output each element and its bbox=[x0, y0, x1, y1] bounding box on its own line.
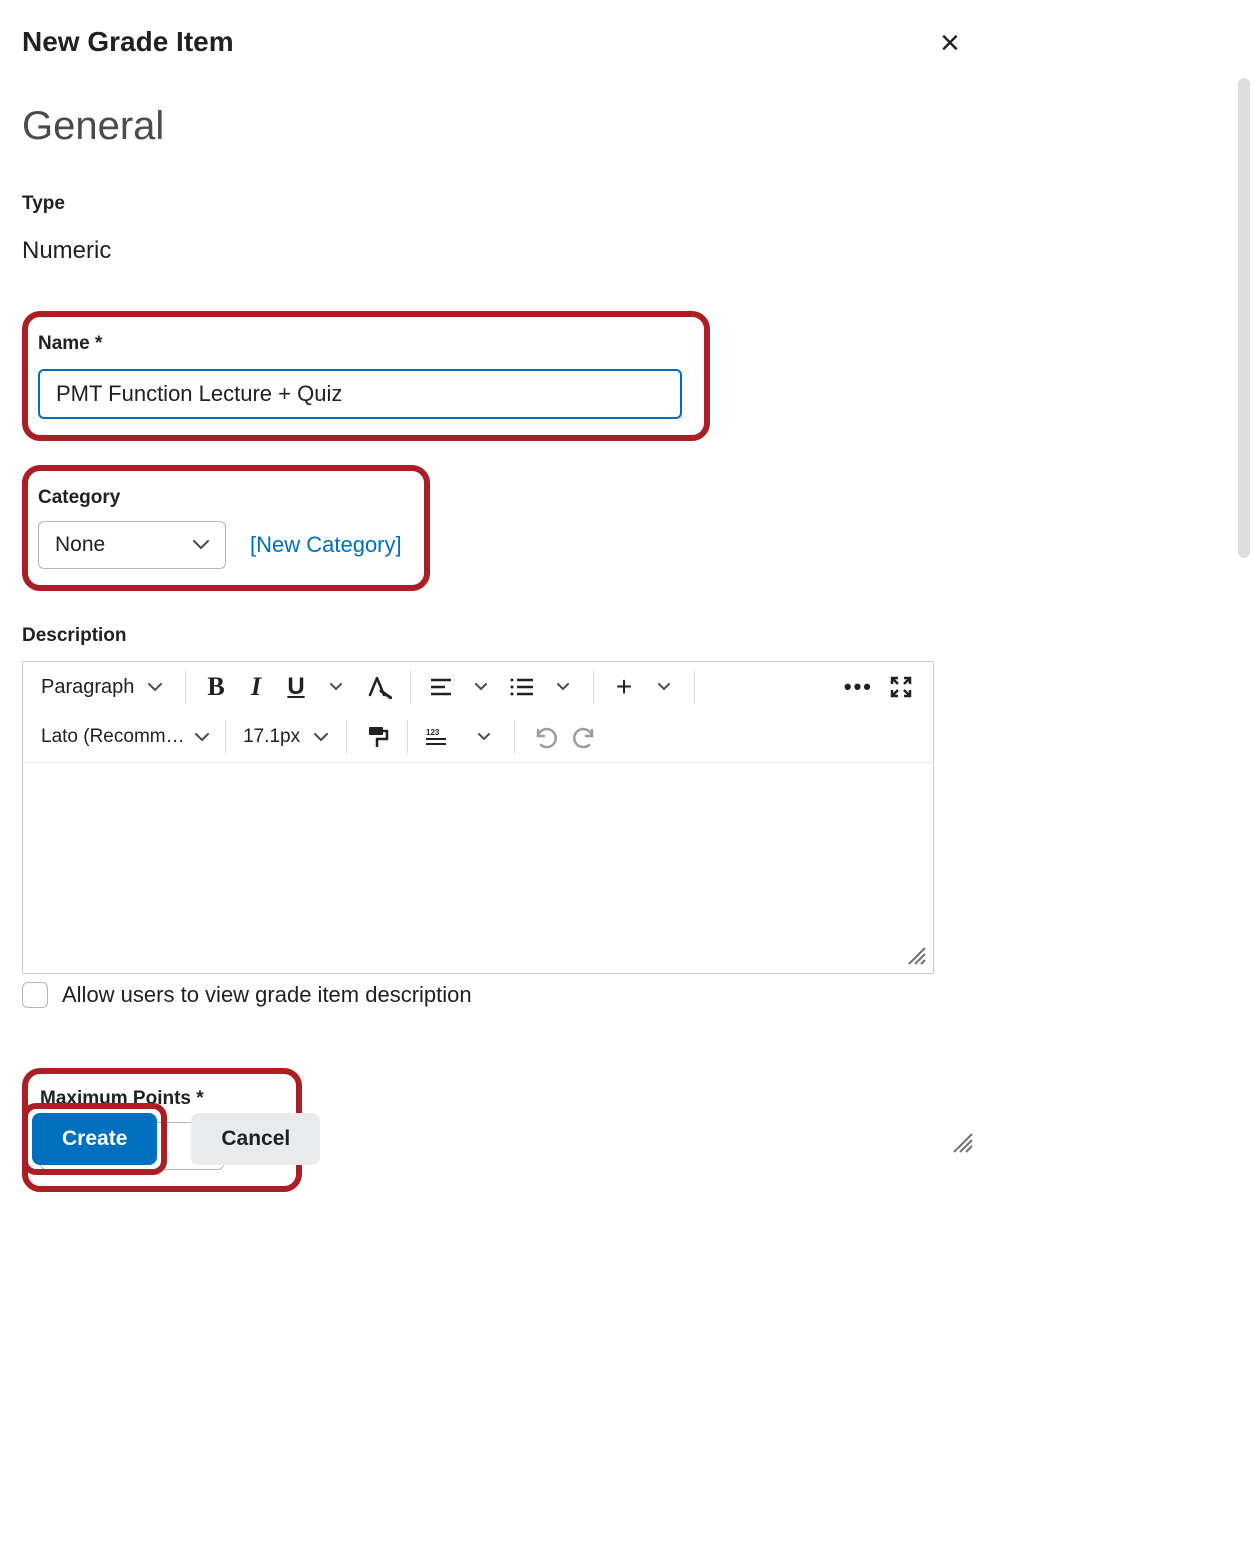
font-size-select[interactable]: 17.1px bbox=[236, 726, 336, 748]
font-size-label: 17.1px bbox=[243, 726, 300, 748]
paragraph-format-label: Paragraph bbox=[41, 676, 134, 699]
insert-button[interactable]: + bbox=[604, 669, 644, 705]
name-label: Name * bbox=[38, 333, 694, 355]
separator bbox=[593, 670, 594, 704]
cancel-button[interactable]: Cancel bbox=[191, 1113, 320, 1165]
category-highlight: Category None [New Category] bbox=[22, 465, 430, 591]
underline-chevron[interactable] bbox=[316, 669, 356, 705]
align-button[interactable] bbox=[421, 669, 461, 705]
more-button[interactable]: ••• bbox=[836, 669, 881, 705]
allow-view-description-checkbox[interactable] bbox=[22, 982, 48, 1008]
type-label: Type bbox=[22, 193, 972, 215]
line-height-chevron[interactable] bbox=[464, 719, 504, 755]
font-family-select[interactable]: Lato (Recomm… bbox=[35, 726, 215, 748]
separator bbox=[694, 670, 695, 704]
dialog-title: New Grade Item bbox=[22, 26, 972, 58]
new-category-link[interactable]: [New Category] bbox=[250, 532, 402, 558]
separator bbox=[185, 670, 186, 704]
list-chevron[interactable] bbox=[543, 669, 583, 705]
rich-text-editor: Paragraph B I U bbox=[22, 661, 934, 974]
insert-chevron[interactable] bbox=[644, 669, 684, 705]
editor-toolbar-row-2: Lato (Recomm… 17.1px bbox=[23, 712, 933, 762]
paragraph-format-select[interactable]: Paragraph bbox=[35, 676, 175, 699]
bold-button[interactable]: B bbox=[196, 669, 236, 705]
chevron-down-icon bbox=[193, 540, 209, 550]
scrollbar[interactable] bbox=[1238, 78, 1250, 558]
name-highlight: Name * bbox=[22, 311, 710, 441]
underline-button[interactable]: U bbox=[276, 669, 316, 705]
font-family-label: Lato (Recomm… bbox=[41, 726, 185, 748]
name-input[interactable] bbox=[38, 369, 682, 419]
separator bbox=[407, 720, 408, 754]
list-button[interactable] bbox=[501, 669, 543, 705]
category-selected-value: None bbox=[55, 533, 105, 557]
page-resize-handle-icon[interactable] bbox=[948, 1128, 974, 1159]
category-label: Category bbox=[38, 487, 414, 509]
create-button[interactable]: Create bbox=[32, 1113, 157, 1165]
format-painter-button[interactable] bbox=[357, 719, 397, 755]
chevron-down-icon bbox=[314, 733, 328, 742]
svg-text:123: 123 bbox=[426, 728, 440, 737]
align-chevron[interactable] bbox=[461, 669, 501, 705]
section-heading-general: General bbox=[22, 104, 972, 149]
type-value: Numeric bbox=[22, 237, 972, 265]
allow-view-description-label: Allow users to view grade item descripti… bbox=[62, 982, 472, 1008]
editor-textarea[interactable] bbox=[23, 762, 933, 942]
create-highlight: Create bbox=[22, 1103, 167, 1175]
chevron-down-icon bbox=[195, 733, 209, 742]
line-height-button[interactable]: 123 bbox=[418, 719, 464, 755]
undo-button[interactable] bbox=[525, 719, 565, 755]
italic-button[interactable]: I bbox=[236, 669, 276, 705]
separator bbox=[410, 670, 411, 704]
separator bbox=[225, 720, 226, 754]
separator bbox=[346, 720, 347, 754]
category-select[interactable]: None bbox=[38, 521, 226, 569]
fullscreen-button[interactable] bbox=[881, 669, 921, 705]
redo-button[interactable] bbox=[565, 719, 605, 755]
text-color-button[interactable] bbox=[356, 669, 400, 705]
editor-toolbar-row-1: Paragraph B I U bbox=[23, 662, 933, 712]
resize-handle-icon[interactable] bbox=[905, 944, 927, 971]
chevron-down-icon bbox=[148, 683, 162, 692]
description-label: Description bbox=[22, 625, 972, 647]
separator bbox=[514, 720, 515, 754]
